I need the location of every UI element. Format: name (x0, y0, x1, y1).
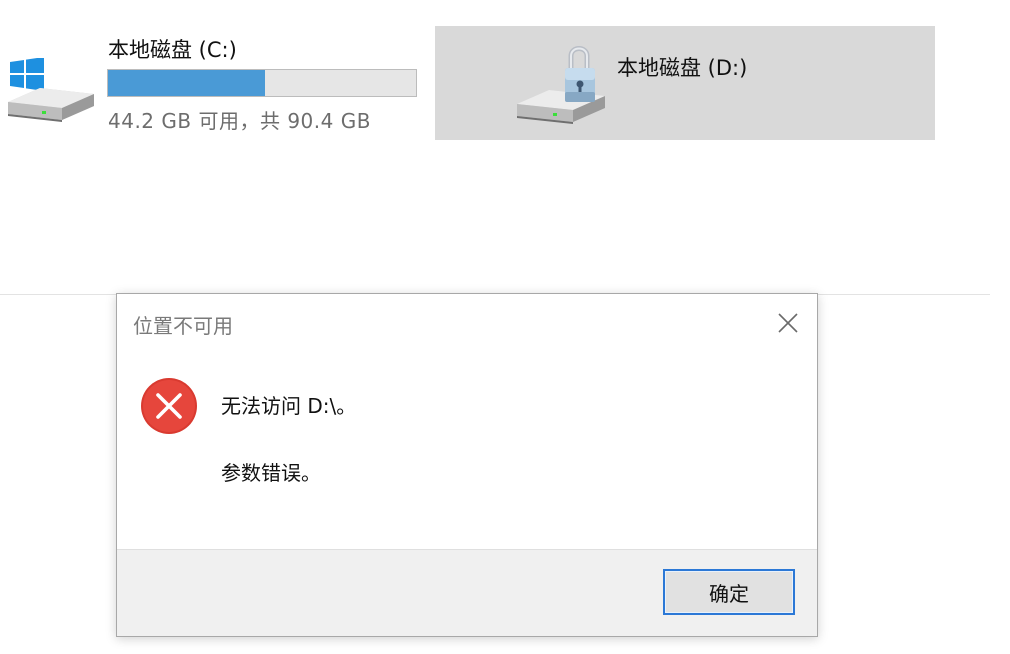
dialog-title: 位置不可用 (133, 314, 233, 338)
location-unavailable-dialog: 位置不可用 无法访问 D:\。 参数错误。 确定 (116, 293, 818, 637)
close-icon[interactable] (773, 308, 803, 338)
error-message-line2: 参数错误。 (221, 461, 321, 485)
dialog-footer: 确定 (117, 549, 817, 636)
drive-c-tile[interactable]: 本地磁盘 (C:) 44.2 GB 可用，共 90.4 GB (0, 22, 430, 140)
drive-d-name: 本地磁盘 (D:) (617, 56, 748, 80)
drive-c-usage-fill (108, 70, 266, 96)
drive-c-name: 本地磁盘 (C:) (108, 38, 237, 62)
error-message-line1: 无法访问 D:\。 (221, 394, 357, 418)
drive-d-tile[interactable]: 本地磁盘 (D:) (435, 26, 935, 140)
drive-c-space-text: 44.2 GB 可用，共 90.4 GB (108, 109, 371, 133)
error-icon (141, 378, 197, 434)
ok-button[interactable]: 确定 (663, 569, 795, 615)
locked-drive-icon (517, 46, 605, 124)
drive-c-usage-bar (107, 69, 417, 97)
windows-drive-icon (8, 58, 94, 122)
